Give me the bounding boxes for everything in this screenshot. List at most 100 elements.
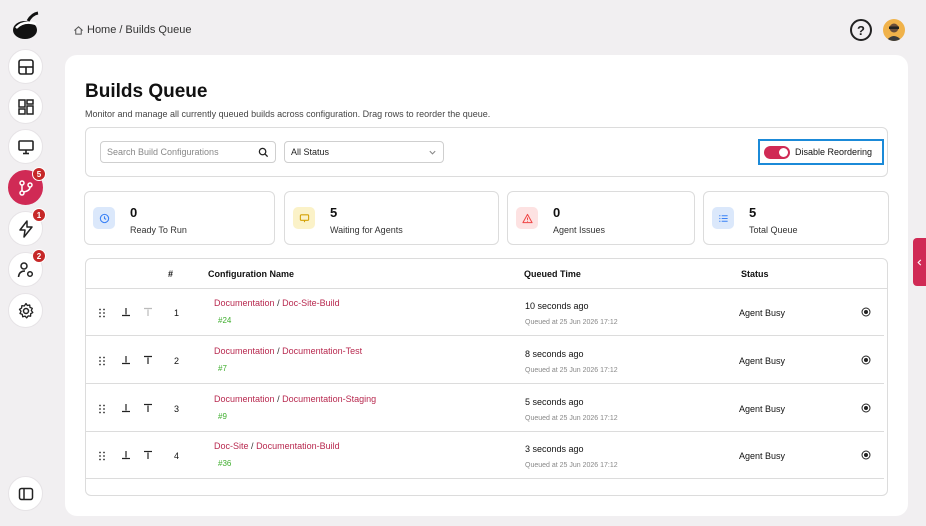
move-to-bottom-icon[interactable]	[121, 450, 131, 460]
table-row[interactable]: 1 Documentation / Doc-Site-Build #24 10 …	[86, 289, 884, 336]
path-separator: /	[277, 298, 280, 308]
stat-label: Total Queue	[749, 225, 798, 235]
stop-icon[interactable]	[861, 450, 871, 460]
move-to-bottom-icon[interactable]	[121, 355, 131, 365]
build-number-link[interactable]: #36	[218, 459, 231, 468]
chevron-down-icon	[429, 150, 436, 155]
config-link[interactable]: Doc-Site-Build	[282, 298, 340, 308]
stop-icon[interactable]	[861, 355, 871, 365]
stat-value: 5	[330, 205, 338, 220]
column-header-num: #	[168, 269, 174, 279]
queued-time: 10 seconds ago	[525, 301, 589, 311]
home-icon[interactable]	[73, 25, 84, 36]
configuration-name: Documentation / Doc-Site-Build	[214, 298, 340, 308]
search-icon	[258, 147, 269, 157]
queued-time: 8 seconds ago	[525, 349, 584, 359]
status-text: Agent Busy	[739, 451, 786, 461]
table-row[interactable]: 2 Documentation / Documentation-Test #7 …	[86, 337, 884, 384]
project-link[interactable]: Documentation	[214, 346, 275, 356]
filter-bar: Search Build Configurations All Status D…	[85, 127, 888, 177]
list-icon	[712, 207, 734, 229]
column-header-config: Configuration Name	[208, 269, 295, 279]
build-number-link[interactable]: #7	[218, 364, 227, 373]
project-link[interactable]: Doc-Site	[214, 441, 249, 451]
sidebar-item-dashboard[interactable]	[8, 89, 43, 124]
search-input[interactable]: Search Build Configurations	[100, 141, 276, 163]
layout-grid-icon	[17, 58, 34, 75]
status-select[interactable]: All Status	[284, 141, 444, 163]
badge-count: 2	[32, 249, 46, 263]
monitor-icon	[293, 207, 315, 229]
stat-value: 0	[130, 205, 138, 220]
config-link[interactable]: Documentation-Test	[282, 346, 362, 356]
sidebar: 5 1 2	[0, 0, 52, 526]
build-number-link[interactable]: #24	[218, 316, 231, 325]
help-icon[interactable]: ?	[850, 19, 872, 41]
chevron-left-icon	[917, 258, 922, 266]
sidebar-item-agents[interactable]	[8, 129, 43, 164]
row-number: 3	[174, 404, 180, 414]
user-avatar-icon	[886, 23, 902, 41]
sidebar-item-users[interactable]: 2	[8, 249, 46, 287]
move-to-bottom-icon[interactable]	[121, 403, 131, 413]
queued-timestamp: Queued at 25 Jun 2026 17:12	[525, 462, 618, 469]
queued-time: 5 seconds ago	[525, 397, 584, 407]
reorder-toggle[interactable]: Disable Reordering	[758, 139, 884, 165]
avatar[interactable]	[883, 19, 905, 41]
main-content: Builds Queue Monitor and manage all curr…	[65, 55, 908, 516]
move-to-top-icon[interactable]	[143, 403, 153, 413]
queued-time: 3 seconds ago	[525, 444, 584, 454]
stat-label: Agent Issues	[553, 225, 606, 235]
warning-icon	[516, 207, 538, 229]
queued-timestamp: Queued at 25 Jun 2026 17:12	[525, 367, 618, 374]
move-to-top-icon[interactable]	[143, 355, 153, 365]
badge-count: 5	[32, 167, 46, 181]
drag-handle-icon[interactable]	[98, 451, 106, 461]
stat-card-total: 5 Total Queue	[703, 191, 889, 245]
sidebar-item-settings[interactable]	[8, 293, 43, 328]
build-number-link[interactable]: #9	[218, 412, 227, 421]
page-subtitle: Monitor and manage all currently queued …	[85, 109, 491, 119]
user-settings-icon	[17, 261, 33, 277]
clock-icon	[93, 207, 115, 229]
status-text: Agent Busy	[739, 356, 786, 366]
sidebar-item-triggers[interactable]: 1	[8, 208, 46, 246]
stat-card-issues: 0 Agent Issues	[507, 191, 695, 245]
side-drawer-tab[interactable]	[913, 238, 926, 286]
stat-value: 0	[553, 205, 561, 220]
collapse-sidebar-button[interactable]	[8, 476, 43, 511]
lightning-icon	[18, 219, 33, 238]
drag-handle-icon[interactable]	[98, 308, 106, 318]
project-link[interactable]: Documentation	[214, 298, 275, 308]
breadcrumb: Home / Builds Queue	[73, 24, 191, 36]
move-to-top-icon[interactable]	[143, 450, 153, 460]
toggle-switch[interactable]	[764, 145, 790, 159]
move-to-bottom-icon[interactable]	[121, 307, 131, 317]
configuration-name: Documentation / Documentation-Staging	[214, 394, 376, 404]
gear-icon	[18, 302, 33, 319]
queued-timestamp: Queued at 25 Jun 2026 17:12	[525, 319, 618, 326]
configuration-name: Documentation / Documentation-Test	[214, 346, 362, 356]
column-header-queued: Queued Time	[524, 269, 581, 279]
badge-count: 1	[32, 208, 46, 222]
row-number: 2	[174, 356, 180, 366]
project-link[interactable]: Documentation	[214, 394, 275, 404]
table-row[interactable]: 3 Documentation / Documentation-Staging …	[86, 385, 884, 432]
stop-icon[interactable]	[861, 403, 871, 413]
logo-icon[interactable]	[10, 10, 42, 42]
drag-handle-icon[interactable]	[98, 356, 106, 366]
table-row[interactable]: 4 Doc-Site / Documentation-Build #36 3 s…	[86, 432, 884, 479]
stat-label: Ready To Run	[130, 225, 187, 235]
sidebar-item-layout[interactable]	[8, 49, 43, 84]
sidebar-toggle-icon	[18, 487, 33, 500]
sidebar-item-builds[interactable]: 5	[8, 167, 46, 205]
drag-handle-icon[interactable]	[98, 404, 106, 414]
branch-icon	[18, 179, 33, 196]
status-text: Agent Busy	[739, 404, 786, 414]
stop-icon[interactable]	[861, 307, 871, 317]
breadcrumb-home[interactable]: Home	[87, 24, 116, 36]
config-link[interactable]: Documentation-Build	[256, 441, 340, 451]
config-link[interactable]: Documentation-Staging	[282, 394, 376, 404]
page-title: Builds Queue	[85, 81, 208, 102]
stat-card-ready: 0 Ready To Run	[84, 191, 275, 245]
